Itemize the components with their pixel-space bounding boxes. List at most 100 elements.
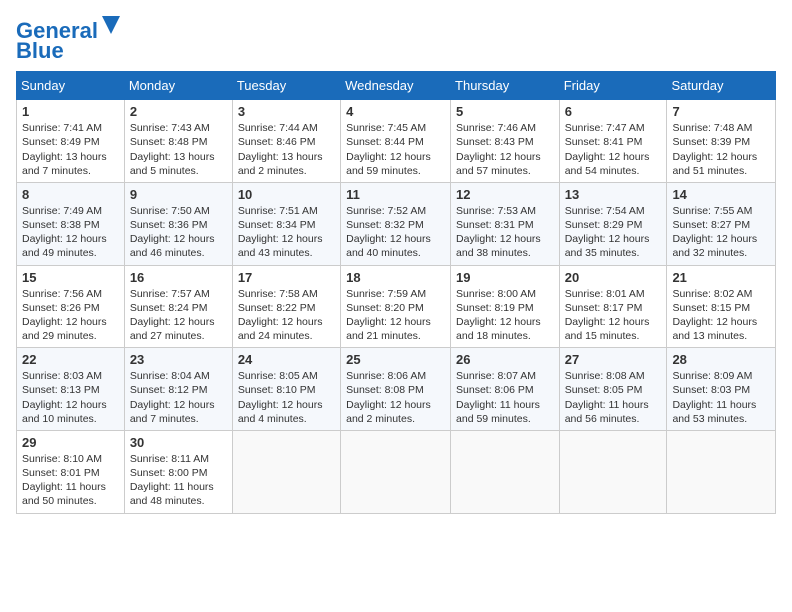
day-info: Sunrise: 8:11 AM Sunset: 8:00 PM Dayligh… (130, 452, 227, 509)
calendar-week-row: 15 Sunrise: 7:56 AM Sunset: 8:26 PM Dayli… (17, 265, 776, 348)
calendar-cell: 10 Sunrise: 7:51 AM Sunset: 8:34 PM Dayli… (232, 182, 340, 265)
day-info: Sunrise: 7:46 AM Sunset: 8:43 PM Dayligh… (456, 121, 554, 178)
calendar-cell: 14Sunrise: 7:55 AM Sunset: 8:27 PM Dayli… (667, 182, 776, 265)
weekday-header-tuesday: Tuesday (232, 72, 340, 100)
day-info: Sunrise: 8:05 AM Sunset: 8:10 PM Dayligh… (238, 369, 335, 426)
day-number: 20 (565, 270, 662, 285)
day-number: 28 (672, 352, 770, 367)
day-number: 27 (565, 352, 662, 367)
calendar-cell: 13 Sunrise: 7:54 AM Sunset: 8:29 PM Dayli… (559, 182, 667, 265)
day-info: Sunrise: 8:02 AM Sunset: 8:15 PM Dayligh… (672, 287, 770, 344)
calendar-cell: 3 Sunrise: 7:44 AM Sunset: 8:46 PM Daylig… (232, 100, 340, 183)
weekday-header-thursday: Thursday (451, 72, 560, 100)
day-number: 5 (456, 104, 554, 119)
calendar-cell: 28 Sunrise: 8:09 AM Sunset: 8:03 PM Dayli… (667, 348, 776, 431)
calendar-cell: 15 Sunrise: 7:56 AM Sunset: 8:26 PM Dayli… (17, 265, 125, 348)
calendar-header-row: SundayMondayTuesdayWednesdayThursdayFrid… (17, 72, 776, 100)
day-info: Sunrise: 8:07 AM Sunset: 8:06 PM Dayligh… (456, 369, 554, 426)
calendar-cell: 6 Sunrise: 7:47 AM Sunset: 8:41 PM Daylig… (559, 100, 667, 183)
calendar-cell: 29 Sunrise: 8:10 AM Sunset: 8:01 PM Dayli… (17, 430, 125, 513)
day-info: Sunrise: 7:52 AM Sunset: 8:32 PM Dayligh… (346, 204, 445, 261)
day-number: 23 (130, 352, 227, 367)
day-info: Sunrise: 7:54 AM Sunset: 8:29 PM Dayligh… (565, 204, 662, 261)
day-number: 15 (22, 270, 119, 285)
calendar-cell: 11Sunrise: 7:52 AM Sunset: 8:32 PM Dayli… (341, 182, 451, 265)
calendar-cell: 2 Sunrise: 7:43 AM Sunset: 8:48 PM Daylig… (124, 100, 232, 183)
weekday-header-wednesday: Wednesday (341, 72, 451, 100)
day-info: Sunrise: 8:08 AM Sunset: 8:05 PM Dayligh… (565, 369, 662, 426)
day-number: 19 (456, 270, 554, 285)
calendar-cell: 27 Sunrise: 8:08 AM Sunset: 8:05 PM Dayli… (559, 348, 667, 431)
day-info: Sunrise: 7:44 AM Sunset: 8:46 PM Dayligh… (238, 121, 335, 178)
calendar-cell: 9 Sunrise: 7:50 AM Sunset: 8:36 PM Daylig… (124, 182, 232, 265)
day-info: Sunrise: 7:47 AM Sunset: 8:41 PM Dayligh… (565, 121, 662, 178)
day-number: 12 (456, 187, 554, 202)
day-info: Sunrise: 7:45 AM Sunset: 8:44 PM Dayligh… (346, 121, 445, 178)
day-info: Sunrise: 8:09 AM Sunset: 8:03 PM Dayligh… (672, 369, 770, 426)
logo-arrow-icon (102, 16, 120, 34)
day-number: 30 (130, 435, 227, 450)
day-number: 17 (238, 270, 335, 285)
calendar-cell: 12 Sunrise: 7:53 AM Sunset: 8:31 PM Dayli… (451, 182, 560, 265)
day-number: 9 (130, 187, 227, 202)
page-header: General Blue (16, 16, 776, 63)
weekday-header-saturday: Saturday (667, 72, 776, 100)
calendar-week-row: 29 Sunrise: 8:10 AM Sunset: 8:01 PM Dayli… (17, 430, 776, 513)
calendar-cell: 26 Sunrise: 8:07 AM Sunset: 8:06 PM Dayli… (451, 348, 560, 431)
day-info: Sunrise: 7:41 AM Sunset: 8:49 PM Dayligh… (22, 121, 119, 178)
day-info: Sunrise: 8:01 AM Sunset: 8:17 PM Dayligh… (565, 287, 662, 344)
day-info: Sunrise: 8:00 AM Sunset: 8:19 PM Dayligh… (456, 287, 554, 344)
calendar-week-row: 8 Sunrise: 7:49 AM Sunset: 8:38 PM Daylig… (17, 182, 776, 265)
calendar-week-row: 22 Sunrise: 8:03 AM Sunset: 8:13 PM Dayli… (17, 348, 776, 431)
day-number: 24 (238, 352, 335, 367)
day-number: 22 (22, 352, 119, 367)
calendar-cell (451, 430, 560, 513)
calendar-cell (341, 430, 451, 513)
day-info: Sunrise: 7:48 AM Sunset: 8:39 PM Dayligh… (672, 121, 770, 178)
calendar-cell: 20 Sunrise: 8:01 AM Sunset: 8:17 PM Dayli… (559, 265, 667, 348)
day-info: Sunrise: 7:49 AM Sunset: 8:38 PM Dayligh… (22, 204, 119, 261)
calendar-cell: 30 Sunrise: 8:11 AM Sunset: 8:00 PM Dayli… (124, 430, 232, 513)
day-number: 16 (130, 270, 227, 285)
day-number: 13 (565, 187, 662, 202)
calendar-cell: 1Sunrise: 7:41 AM Sunset: 8:49 PM Daylig… (17, 100, 125, 183)
day-info: Sunrise: 7:56 AM Sunset: 8:26 PM Dayligh… (22, 287, 119, 344)
day-number: 2 (130, 104, 227, 119)
day-number: 10 (238, 187, 335, 202)
day-number: 3 (238, 104, 335, 119)
day-number: 8 (22, 187, 119, 202)
day-number: 14 (672, 187, 770, 202)
calendar-cell: 23 Sunrise: 8:04 AM Sunset: 8:12 PM Dayli… (124, 348, 232, 431)
calendar-cell (667, 430, 776, 513)
weekday-header-sunday: Sunday (17, 72, 125, 100)
calendar-cell (232, 430, 340, 513)
calendar-cell: 18 Sunrise: 7:59 AM Sunset: 8:20 PM Dayli… (341, 265, 451, 348)
calendar-cell (559, 430, 667, 513)
calendar-cell: 21Sunrise: 8:02 AM Sunset: 8:15 PM Dayli… (667, 265, 776, 348)
day-info: Sunrise: 7:57 AM Sunset: 8:24 PM Dayligh… (130, 287, 227, 344)
weekday-header-monday: Monday (124, 72, 232, 100)
day-info: Sunrise: 8:04 AM Sunset: 8:12 PM Dayligh… (130, 369, 227, 426)
day-info: Sunrise: 7:59 AM Sunset: 8:20 PM Dayligh… (346, 287, 445, 344)
calendar-cell: 16 Sunrise: 7:57 AM Sunset: 8:24 PM Dayli… (124, 265, 232, 348)
day-number: 26 (456, 352, 554, 367)
day-info: Sunrise: 7:43 AM Sunset: 8:48 PM Dayligh… (130, 121, 227, 178)
calendar-week-row: 1Sunrise: 7:41 AM Sunset: 8:49 PM Daylig… (17, 100, 776, 183)
logo-blue-text: Blue (16, 39, 64, 63)
day-number: 25 (346, 352, 445, 367)
day-info: Sunrise: 7:50 AM Sunset: 8:36 PM Dayligh… (130, 204, 227, 261)
day-info: Sunrise: 7:53 AM Sunset: 8:31 PM Dayligh… (456, 204, 554, 261)
calendar-cell: 25Sunrise: 8:06 AM Sunset: 8:08 PM Dayli… (341, 348, 451, 431)
day-number: 7 (672, 104, 770, 119)
day-info: Sunrise: 7:58 AM Sunset: 8:22 PM Dayligh… (238, 287, 335, 344)
calendar-cell: 24 Sunrise: 8:05 AM Sunset: 8:10 PM Dayli… (232, 348, 340, 431)
day-number: 6 (565, 104, 662, 119)
day-number: 18 (346, 270, 445, 285)
day-info: Sunrise: 7:51 AM Sunset: 8:34 PM Dayligh… (238, 204, 335, 261)
calendar-cell: 8 Sunrise: 7:49 AM Sunset: 8:38 PM Daylig… (17, 182, 125, 265)
day-number: 29 (22, 435, 119, 450)
day-info: Sunrise: 8:03 AM Sunset: 8:13 PM Dayligh… (22, 369, 119, 426)
calendar-cell: 17 Sunrise: 7:58 AM Sunset: 8:22 PM Dayli… (232, 265, 340, 348)
day-info: Sunrise: 8:10 AM Sunset: 8:01 PM Dayligh… (22, 452, 119, 509)
day-number: 4 (346, 104, 445, 119)
